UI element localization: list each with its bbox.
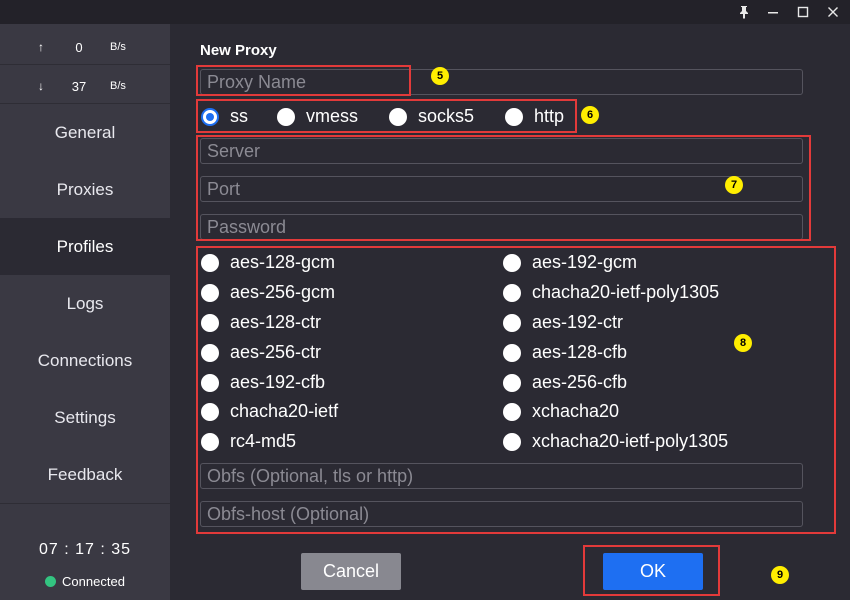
annotation-box-5	[196, 65, 411, 96]
cancel-button[interactable]: Cancel	[301, 553, 401, 590]
title-bar	[0, 0, 850, 24]
annotation-box-9	[583, 545, 720, 596]
nav-logs[interactable]: Logs	[0, 275, 170, 332]
annotation-badge-5: 5	[431, 67, 449, 85]
annotation-box-6	[196, 99, 577, 133]
upload-arrow-icon: ↑	[38, 40, 44, 54]
upload-speed-value: 0	[75, 40, 83, 55]
download-arrow-icon: ↓	[38, 79, 44, 93]
sidebar: ↑ 0 B/s ↓ 37 B/s General Proxies Profile…	[0, 24, 171, 600]
form-title: New Proxy	[200, 42, 277, 59]
nav-connections[interactable]: Connections	[0, 332, 170, 389]
annotation-box-8	[196, 246, 836, 534]
divider	[0, 503, 170, 504]
status-dot-icon	[45, 576, 57, 587]
nav-profiles[interactable]: Profiles	[0, 218, 171, 275]
nav-feedback[interactable]: Feedback	[0, 446, 170, 503]
upload-speed-unit: B/s	[110, 41, 126, 53]
connection-status: Connected	[0, 574, 170, 589]
maximize-icon[interactable]	[788, 0, 818, 24]
annotation-badge-8: 8	[734, 334, 752, 352]
status-label: Connected	[62, 574, 125, 589]
clock: 07 : 17 : 35	[38, 541, 132, 558]
annotation-badge-9: 9	[771, 566, 789, 584]
download-speed-unit: B/s	[110, 80, 126, 92]
divider	[0, 64, 170, 65]
annotation-badge-7: 7	[725, 176, 743, 194]
upload-speed: ↑ 0 B/s	[0, 28, 170, 68]
download-speed-value: 37	[71, 79, 87, 94]
nav-general[interactable]: General	[0, 104, 170, 161]
close-icon[interactable]	[818, 0, 848, 24]
nav-proxies[interactable]: Proxies	[0, 161, 170, 218]
minimize-icon[interactable]	[758, 0, 788, 24]
nav-settings[interactable]: Settings	[0, 389, 170, 446]
pin-icon[interactable]	[729, 0, 759, 24]
download-speed: ↓ 37 B/s	[0, 67, 170, 107]
annotation-box-7	[196, 135, 811, 241]
annotation-badge-6: 6	[581, 106, 599, 124]
